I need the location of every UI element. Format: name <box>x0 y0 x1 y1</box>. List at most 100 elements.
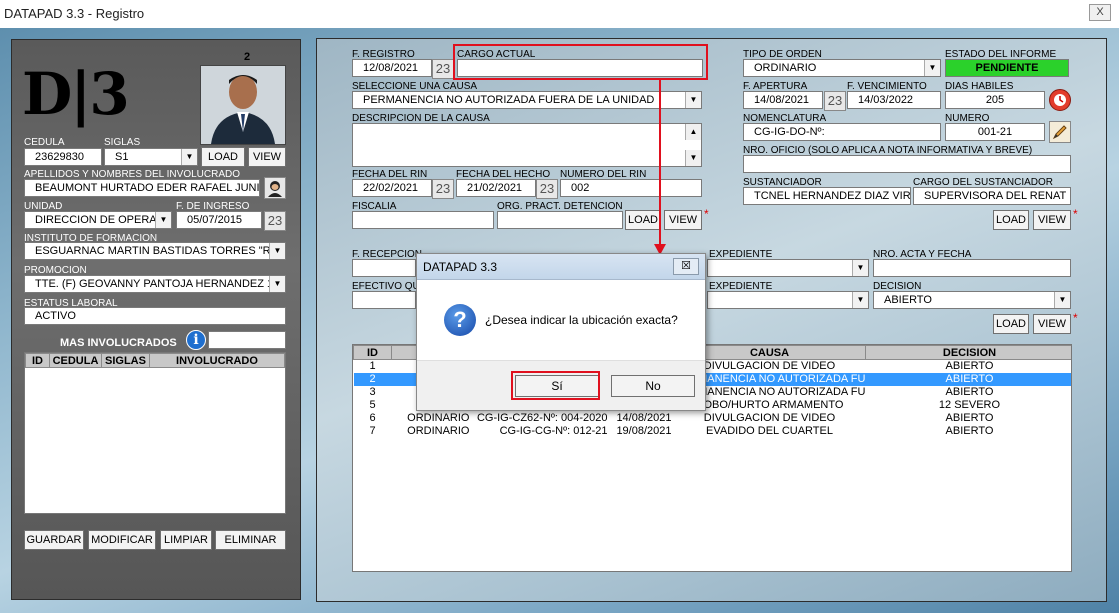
siglas-label: SIGLAS <box>104 137 141 148</box>
rin-input[interactable]: 22/02/2021 <box>352 179 432 197</box>
dialog-title: DATAPAD 3.3 <box>423 260 498 274</box>
scroll-down-icon[interactable]: ▼ <box>685 150 701 166</box>
chevron-down-icon[interactable]: ▼ <box>924 60 940 76</box>
scroll-up-icon[interactable]: ▲ <box>685 124 701 140</box>
title-bar: DATAPAD 3.3 - Registro X <box>0 0 1119 28</box>
app-logo: D|3 <box>22 60 130 128</box>
org-input[interactable] <box>497 211 623 229</box>
expediente-select[interactable]: ▼ <box>707 259 869 277</box>
sust-view-button[interactable]: VIEW <box>1033 210 1071 230</box>
alarm-clock-icon[interactable] <box>1049 89 1071 111</box>
highlight-cargo-box <box>453 44 708 80</box>
question-icon: ? <box>444 304 476 336</box>
estado-badge: PENDIENTE <box>945 59 1069 77</box>
dialog-question: ¿Desea indicar la ubicación exacta? <box>485 313 678 327</box>
table-row[interactable]: 6 ORDINARIO CG-IG-CZ62-Nº: 004-2020 14/08/2… <box>354 412 1072 425</box>
info-icon[interactable]: i <box>186 330 206 350</box>
highlight-yes-box <box>511 371 600 400</box>
vencimiento-input[interactable]: 14/03/2022 <box>847 91 941 109</box>
nomenclatura-input[interactable]: CG-IG-DO-Nº: <box>743 123 941 141</box>
recepcion-input[interactable] <box>352 259 416 277</box>
edit-pencil-icon[interactable] <box>1049 121 1071 143</box>
mas-involucrados-input[interactable] <box>208 331 286 349</box>
cedula-label: CEDULA <box>24 137 65 148</box>
mas-involucrados-label: MAS INVOLUCRADOS <box>60 337 177 349</box>
siglas-value: S1 <box>115 151 129 163</box>
chevron-down-icon[interactable]: ▼ <box>181 149 197 165</box>
calendar-icon[interactable]: 23 <box>264 211 286 231</box>
user-search-icon[interactable] <box>264 177 286 199</box>
promocion-value: TTE. (F) GEOVANNY PANTOJA HERNANDEZ 101 <box>35 278 286 290</box>
hecho-input[interactable]: 21/02/2021 <box>456 179 536 197</box>
oficio-input[interactable] <box>743 155 1071 173</box>
dialog-body: ? ¿Desea indicar la ubicación exacta? <box>417 280 705 360</box>
instituto-select[interactable]: ESGUARNAC MARTIN BASTIDAS TORRES "RAMO ▼ <box>24 242 286 260</box>
photo-view-button[interactable]: VIEW <box>248 147 286 167</box>
calendar-icon[interactable]: 23 <box>824 91 846 111</box>
required-asterisk: * <box>704 207 709 221</box>
cedula-input[interactable]: 23629830 <box>24 148 102 166</box>
eliminar-button[interactable]: ELIMINAR <box>215 530 286 550</box>
required-asterisk: * <box>1073 207 1078 221</box>
col-involucrado[interactable]: INVOLUCRADO <box>149 353 285 368</box>
decision-view-button[interactable]: VIEW <box>1033 314 1071 334</box>
decision-load-button[interactable]: LOAD <box>993 314 1029 334</box>
tipo-orden-select[interactable]: ORDINARIO ▼ <box>743 59 941 77</box>
chevron-down-icon[interactable]: ▼ <box>685 92 701 108</box>
registro-input[interactable]: 12/08/2021 <box>352 59 432 77</box>
unidad-select[interactable]: DIRECCION DE OPERACI ▼ <box>24 211 172 229</box>
col-cedula[interactable]: CEDULA <box>49 353 102 368</box>
chevron-down-icon[interactable]: ▼ <box>155 212 171 228</box>
modificar-button[interactable]: MODIFICAR <box>88 530 156 550</box>
numero-input[interactable]: 001-21 <box>945 123 1045 141</box>
window-title: DATAPAD 3.3 - Registro <box>4 6 145 21</box>
promocion-select[interactable]: TTE. (F) GEOVANNY PANTOJA HERNANDEZ 101 … <box>24 275 286 293</box>
involucrado-photo[interactable] <box>200 65 286 145</box>
estatus-input[interactable]: ACTIVO <box>24 307 286 325</box>
apellidos-input[interactable]: BEAUMONT HURTADO EDER RAFAEL JUNIOR <box>24 179 260 197</box>
decision-select[interactable]: ABIERTO ▼ <box>873 291 1071 309</box>
window-close-button[interactable]: X <box>1089 4 1111 21</box>
apertura-input[interactable]: 14/08/2021 <box>743 91 823 109</box>
chevron-down-icon[interactable]: ▼ <box>852 260 868 276</box>
siglas-select[interactable]: S1 ▼ <box>104 148 198 166</box>
chevron-down-icon[interactable]: ▼ <box>269 276 285 292</box>
dialog-close-button[interactable]: ☒ <box>673 258 699 275</box>
col-siglas[interactable]: SIGLAS <box>101 353 150 368</box>
calendar-icon[interactable]: 23 <box>536 179 558 199</box>
nrin-input[interactable]: 002 <box>560 179 702 197</box>
dias-input: 205 <box>945 91 1045 109</box>
involucrados-table: ID CEDULA SIGLAS INVOLUCRADO <box>24 352 286 514</box>
decision-value: ABIERTO <box>884 294 932 306</box>
col-id[interactable]: ID <box>353 345 392 360</box>
efectivo-input[interactable] <box>352 291 416 309</box>
col-id[interactable]: ID <box>25 353 50 368</box>
acta-input[interactable] <box>873 259 1071 277</box>
expediente2-select[interactable]: ▼ <box>707 291 869 309</box>
col-decision[interactable]: DECISION <box>865 345 1071 360</box>
no-button[interactable]: No <box>611 375 695 397</box>
involucrado-panel: D|3 2 CEDULA 23629830 SIGLAS S1 ▼ LOAD V… <box>11 39 301 600</box>
table-row[interactable]: 7 ORDINARIO CG-IG-CG-Nº: 012-21 19/08/2021 E… <box>354 425 1072 438</box>
chevron-down-icon[interactable]: ▼ <box>269 243 285 259</box>
limpiar-button[interactable]: LIMPIAR <box>160 530 212 550</box>
calendar-icon[interactable]: 23 <box>432 179 454 199</box>
tipo-orden-value: ORDINARIO <box>754 62 817 74</box>
required-asterisk: * <box>1073 311 1078 325</box>
calendar-icon[interactable]: 23 <box>432 59 454 79</box>
chevron-down-icon[interactable]: ▼ <box>852 292 868 308</box>
highlight-arrow <box>654 78 666 255</box>
ingreso-input[interactable]: 05/07/2015 <box>176 211 262 229</box>
photo-load-button[interactable]: LOAD <box>201 147 245 167</box>
causa-value: PERMANENCIA NO AUTORIZADA FUERA DE LA UN… <box>363 94 655 106</box>
sustanciador-input[interactable]: TCNEL HERNANDEZ DIAZ VIRGIN <box>743 187 911 205</box>
instituto-value: ESGUARNAC MARTIN BASTIDAS TORRES "RAMO <box>35 245 286 257</box>
photo-count: 2 <box>244 51 251 63</box>
guardar-button[interactable]: GUARDAR <box>24 530 84 550</box>
fiscalia-input[interactable] <box>352 211 494 229</box>
sust-load-button[interactable]: LOAD <box>993 210 1029 230</box>
dialog-title-bar: DATAPAD 3.3 ☒ <box>417 254 705 280</box>
unidad-value: DIRECCION DE OPERACI <box>35 214 168 226</box>
chevron-down-icon[interactable]: ▼ <box>1054 292 1070 308</box>
cargo-sust-input[interactable]: SUPERVISORA DEL RENAT REG <box>913 187 1071 205</box>
